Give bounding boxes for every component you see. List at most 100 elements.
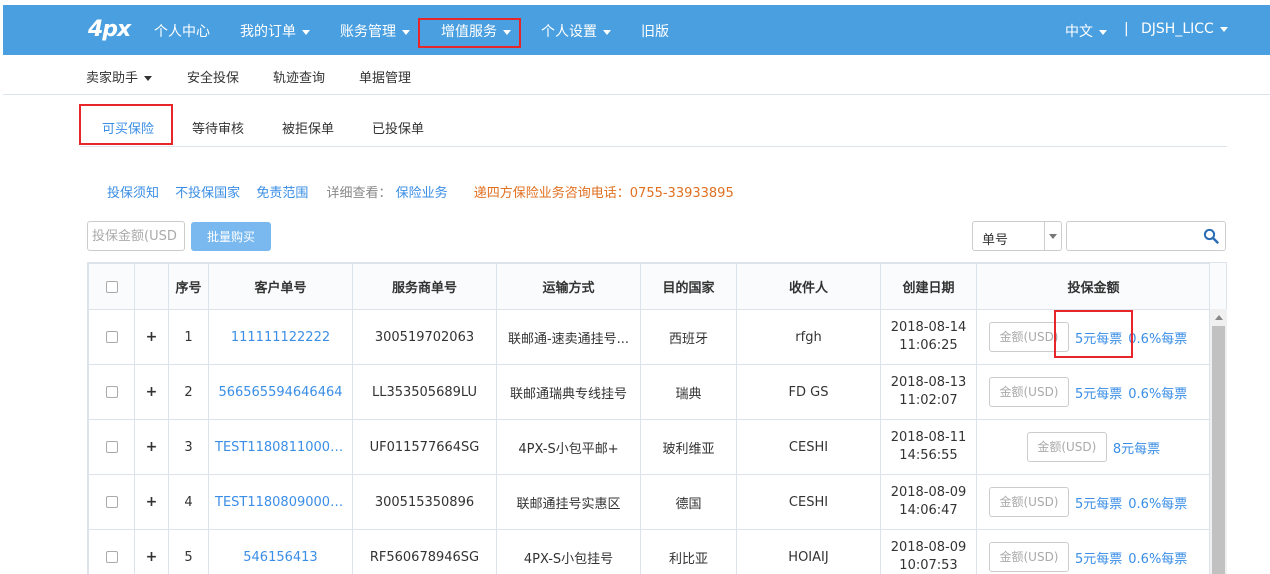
consult-phone: 递四方保险业务咨询电话：0755-33933895 bbox=[473, 186, 734, 201]
link-exemption-scope[interactable]: 免责范围 bbox=[256, 186, 308, 201]
table-row: + 1 111111122222 300519702063 联邮通-速卖通挂号.… bbox=[88, 309, 1211, 365]
subnav-seller-assistant[interactable]: 卖家助手 bbox=[86, 67, 153, 86]
amount-input[interactable]: 金额(USD) bbox=[1026, 432, 1107, 462]
rate-fixed-link[interactable]: 5元每票 bbox=[1075, 552, 1122, 567]
customer-no-link[interactable]: TEST11808090000... bbox=[209, 495, 352, 510]
header-recipient: 收件人 bbox=[736, 263, 881, 310]
search-icon[interactable] bbox=[1203, 228, 1219, 244]
highlight-box bbox=[79, 104, 173, 145]
link-insurance-notice[interactable]: 投保须知 bbox=[107, 186, 159, 201]
row-checkbox[interactable] bbox=[105, 441, 118, 453]
table-row: + 5 546156413 RF560678946SG 4PX-S小包挂号 利比… bbox=[88, 529, 1211, 574]
amount-input[interactable]: 金额(USD) bbox=[989, 487, 1069, 517]
caret-down-icon bbox=[1099, 29, 1107, 35]
table-row: + 2 566565594646464 LL353505689LU 联邮通瑞典专… bbox=[88, 364, 1211, 420]
tabs-divider bbox=[80, 146, 1227, 147]
row-created-date: 2018-08-09 10:07:53 bbox=[880, 529, 977, 574]
header-expand bbox=[134, 263, 169, 310]
rate-percent-link[interactable]: 0.6%每票 bbox=[1128, 497, 1187, 512]
row-destination: 玻利维亚 bbox=[640, 419, 737, 475]
nav-label: 我的订单 bbox=[240, 24, 296, 40]
row-customer-no: TEST11808090000... bbox=[208, 474, 353, 530]
sub-navbar: 卖家助手 安全投保 轨迹查询 单据管理 bbox=[3, 55, 1270, 95]
row-expand-cell: + bbox=[134, 309, 169, 365]
expand-plus-icon[interactable]: + bbox=[146, 549, 158, 565]
scroll-up-arrow-icon[interactable] bbox=[1215, 315, 1223, 320]
row-seq: 1 bbox=[168, 309, 209, 365]
created-date: 2018-08-14 bbox=[890, 320, 967, 335]
rate-percent-link[interactable]: 0.6%每票 bbox=[1128, 387, 1187, 402]
created-time: 11:06:25 bbox=[899, 338, 958, 353]
expand-plus-icon[interactable]: + bbox=[146, 329, 158, 345]
expand-plus-icon[interactable]: + bbox=[146, 384, 158, 400]
header-seq: 序号 bbox=[168, 263, 209, 310]
nav-old-version[interactable]: 旧版 bbox=[641, 21, 669, 41]
rate-fixed-link[interactable]: 5元每票 bbox=[1075, 387, 1122, 402]
row-seq: 4 bbox=[168, 474, 209, 530]
subnav-label: 单据管理 bbox=[359, 71, 412, 86]
created-time: 14:06:47 bbox=[899, 503, 958, 518]
tab-rejected[interactable]: 被拒保单 bbox=[282, 118, 334, 137]
subnav-safe-insurance[interactable]: 安全投保 bbox=[187, 67, 239, 86]
header-destination: 目的国家 bbox=[640, 263, 737, 310]
search-type-select[interactable]: 单号 bbox=[972, 221, 1062, 251]
created-time: 14:56:55 bbox=[899, 448, 958, 463]
nav-personal-settings[interactable]: 个人设置 bbox=[541, 21, 611, 41]
header-scroll-gap bbox=[1209, 263, 1226, 309]
row-recipient: FD GS bbox=[736, 364, 881, 420]
select-divider bbox=[1044, 222, 1045, 250]
caret-down-icon bbox=[1049, 234, 1057, 239]
shipping-method-text: 4PX-S小包平邮+ bbox=[518, 441, 619, 457]
customer-no-link[interactable]: 111111122222 bbox=[209, 330, 352, 345]
customer-no-link[interactable]: 566565594646464 bbox=[209, 385, 352, 400]
search-input[interactable] bbox=[1066, 221, 1226, 251]
header-select-all bbox=[88, 263, 135, 310]
insured-amount-input[interactable] bbox=[87, 221, 185, 251]
subnav-documents[interactable]: 单据管理 bbox=[359, 67, 411, 86]
amount-input[interactable]: 金额(USD) bbox=[989, 542, 1069, 572]
row-checkbox-cell bbox=[88, 309, 135, 365]
rate-percent-link[interactable]: 0.6%每票 bbox=[1128, 552, 1187, 567]
rate-fixed-link[interactable]: 5元每票 bbox=[1075, 497, 1122, 512]
header-shipping-method: 运输方式 bbox=[496, 263, 641, 310]
expand-plus-icon[interactable]: + bbox=[146, 494, 158, 510]
user-menu[interactable]: DJSH_LICC bbox=[1141, 21, 1228, 37]
row-destination: 西班牙 bbox=[640, 309, 737, 365]
link-excluded-countries[interactable]: 不投保国家 bbox=[175, 186, 240, 201]
row-checkbox-cell bbox=[88, 364, 135, 420]
expand-plus-icon[interactable]: + bbox=[146, 439, 158, 455]
row-checkbox-cell bbox=[88, 419, 135, 475]
tab-pending-review[interactable]: 等待审核 bbox=[192, 118, 244, 137]
table-scrollbar[interactable] bbox=[1209, 309, 1227, 574]
link-insurance-business[interactable]: 保险业务 bbox=[396, 186, 448, 201]
subnav-tracking[interactable]: 轨迹查询 bbox=[273, 67, 325, 86]
shipping-method-text: 联邮通-速卖通挂号... bbox=[507, 331, 630, 347]
row-seq: 3 bbox=[168, 419, 209, 475]
nav-finance[interactable]: 账务管理 bbox=[340, 21, 410, 41]
amount-input[interactable]: 金额(USD) bbox=[989, 377, 1069, 407]
language-menu[interactable]: 中文 bbox=[1065, 21, 1107, 41]
customer-no-link[interactable]: 546156413 bbox=[209, 550, 352, 565]
tab-insured[interactable]: 已投保单 bbox=[372, 118, 424, 137]
row-checkbox[interactable] bbox=[105, 551, 118, 563]
row-destination: 利比亚 bbox=[640, 529, 737, 574]
rate-percent-link[interactable]: 0.6%每票 bbox=[1128, 332, 1187, 347]
rate-fixed-link[interactable]: 8元每票 bbox=[1113, 442, 1160, 457]
select-all-checkbox[interactable] bbox=[105, 280, 118, 293]
logo[interactable]: 4px bbox=[88, 17, 131, 42]
row-recipient: CESHI bbox=[736, 474, 881, 530]
row-seq: 5 bbox=[168, 529, 209, 574]
batch-buy-button[interactable]: 批量购买 bbox=[191, 222, 271, 251]
nav-personal-center[interactable]: 个人中心 bbox=[154, 21, 210, 41]
nav-my-orders[interactable]: 我的订单 bbox=[240, 21, 310, 41]
scroll-thumb[interactable] bbox=[1212, 326, 1225, 574]
row-checkbox[interactable] bbox=[105, 331, 118, 343]
row-expand-cell: + bbox=[134, 474, 169, 530]
customer-no-link[interactable]: TEST11808110000... bbox=[209, 440, 352, 455]
row-shipping-method: 4PX-S小包挂号 bbox=[496, 529, 641, 574]
row-insured-amount: 金额(USD) 8元每票 bbox=[976, 419, 1211, 475]
row-checkbox[interactable] bbox=[105, 496, 118, 508]
caret-down-icon bbox=[603, 29, 611, 35]
row-checkbox[interactable] bbox=[105, 386, 118, 398]
row-destination: 瑞典 bbox=[640, 364, 737, 420]
